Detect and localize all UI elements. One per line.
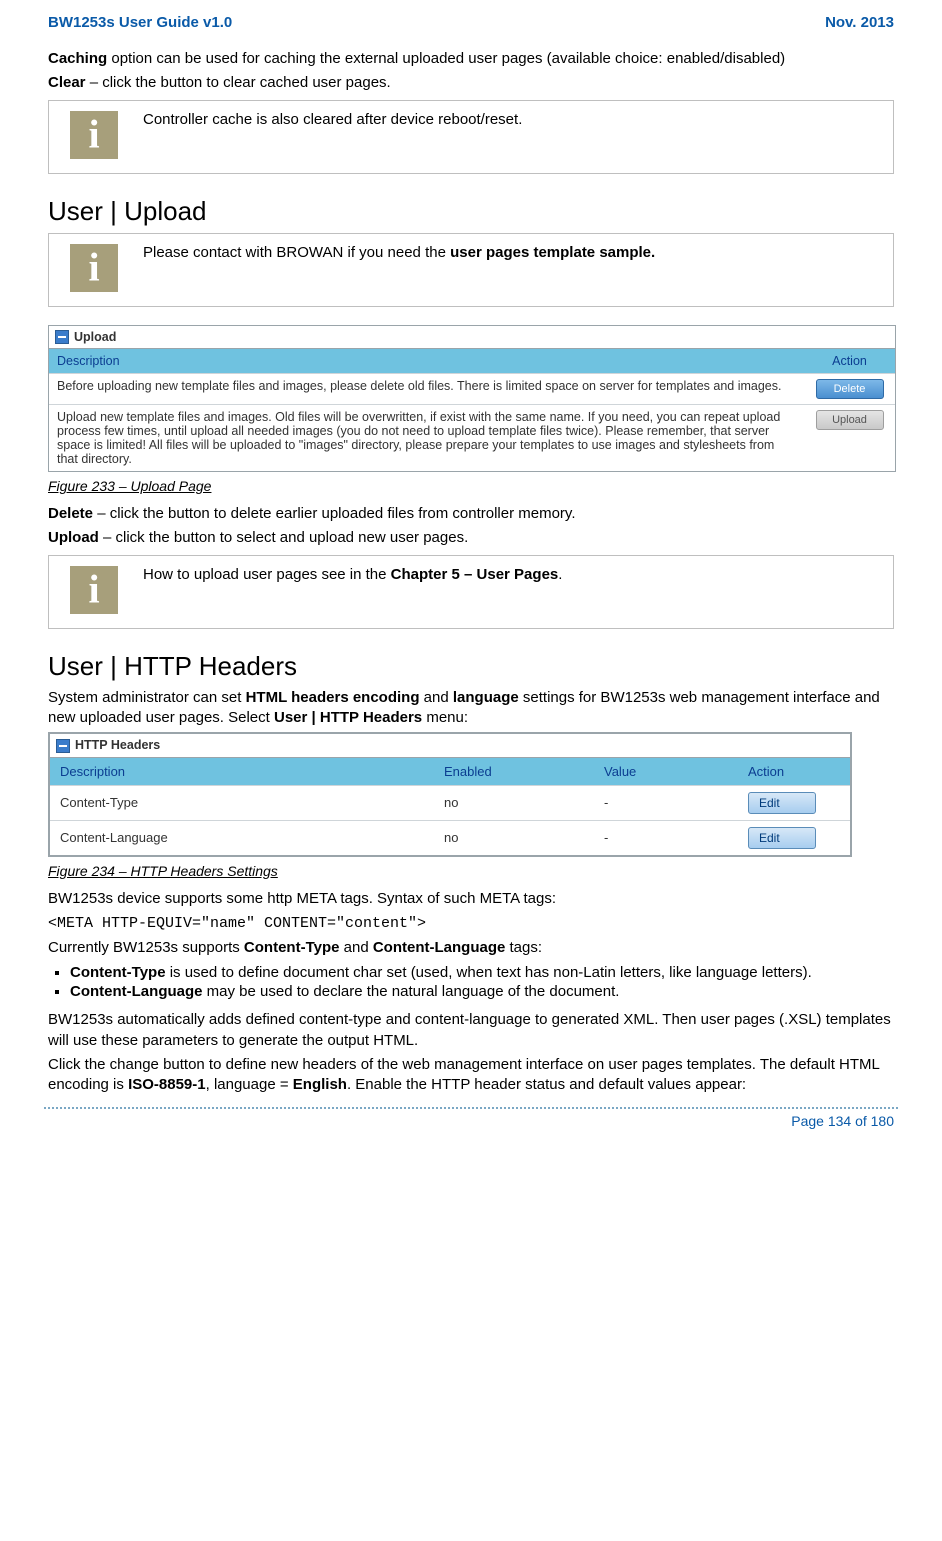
table-row: Content-Type no - Edit <box>50 785 850 820</box>
upload-panel: Upload Description Action Before uploadi… <box>48 325 896 473</box>
col-description: Description <box>49 349 804 374</box>
upload-table-header: Description Action <box>49 349 895 374</box>
edit-button[interactable]: Edit <box>748 827 816 849</box>
upload-desc: – click the button to select and upload … <box>99 529 468 546</box>
delete-label: Delete <box>48 505 93 522</box>
t: User | HTTP Headers <box>274 709 422 726</box>
upload-row1-desc: Before uploading new template files and … <box>49 374 804 405</box>
t: Content-Type <box>244 939 340 956</box>
caching-desc: option can be used for caching the exter… <box>107 50 785 67</box>
col-value: Value <box>594 758 738 786</box>
heading-user-upload: User | Upload <box>48 196 894 227</box>
cell-desc: Content-Language <box>50 820 434 855</box>
upload-label: Upload <box>48 529 99 546</box>
http-intro-paragraph: System administrator can set HTML header… <box>48 688 894 729</box>
t: Currently BW1253s supports <box>48 939 244 956</box>
info-icon <box>70 566 118 614</box>
cell-enabled: no <box>434 785 594 820</box>
t: System administrator can set <box>48 689 246 706</box>
upload-row2-desc: Upload new template files and images. Ol… <box>49 405 804 472</box>
howto-suffix: . <box>558 566 562 583</box>
cell-value: - <box>594 785 738 820</box>
col-action: Action <box>738 758 850 786</box>
http-panel-title-text: HTTP Headers <box>75 738 160 752</box>
info-text: Controller cache is also cleared after d… <box>139 100 894 173</box>
meta-code-sample: <META HTTP-EQUIV="name" CONTENT="content… <box>48 915 894 932</box>
page-number: Page 134 of 180 <box>48 1113 894 1129</box>
info-text: Please contact with BROWAN if you need t… <box>139 233 894 306</box>
figure-caption-upload: Figure 233 – Upload Page <box>48 478 894 494</box>
t: ISO-8859-1 <box>128 1076 206 1093</box>
panel-icon <box>56 739 70 753</box>
footer-separator <box>44 1107 898 1109</box>
clear-desc: – click the button to clear cached user … <box>86 74 391 91</box>
info-box-upload-contact: Please contact with BROWAN if you need t… <box>48 233 894 307</box>
t: HTML headers encoding <box>246 689 420 706</box>
howto-bold: Chapter 5 – User Pages <box>391 566 559 583</box>
upload-panel-title: Upload <box>49 326 895 350</box>
upload-paragraph: Upload – click the button to select and … <box>48 528 894 548</box>
li-text: is used to define document char set (use… <box>166 964 812 981</box>
t: menu: <box>422 709 468 726</box>
figure-caption-http: Figure 234 – HTTP Headers Settings <box>48 863 894 879</box>
t: . Enable the HTTP header status and defa… <box>347 1076 746 1093</box>
http-headers-table: Description Enabled Value Action Content… <box>50 758 850 855</box>
t: language <box>453 689 519 706</box>
caching-label: Caching <box>48 50 107 67</box>
table-row: Content-Language no - Edit <box>50 820 850 855</box>
list-item: Content-Language may be used to declare … <box>70 983 894 1000</box>
http-table-header: Description Enabled Value Action <box>50 758 850 786</box>
upload-table: Description Action Before uploading new … <box>49 349 895 471</box>
t: tags: <box>505 939 542 956</box>
cell-desc: Content-Type <box>50 785 434 820</box>
info-text: How to upload user pages see in the Chap… <box>139 555 894 628</box>
cell-value: - <box>594 820 738 855</box>
li-bold: Content-Language <box>70 983 203 1000</box>
table-row: Upload new template files and images. Ol… <box>49 405 895 472</box>
supports-paragraph: Currently BW1253s supports Content-Type … <box>48 938 894 958</box>
info-icon <box>70 244 118 292</box>
info-box-howto: How to upload user pages see in the Chap… <box>48 555 894 629</box>
doc-date: Nov. 2013 <box>825 14 894 31</box>
http-headers-panel: HTTP Headers Description Enabled Value A… <box>48 732 852 857</box>
col-action: Action <box>804 349 895 374</box>
delete-button[interactable]: Delete <box>816 379 884 399</box>
howto-prefix: How to upload user pages see in the <box>143 566 391 583</box>
delete-paragraph: Delete – click the button to delete earl… <box>48 504 894 524</box>
clear-label: Clear <box>48 74 86 91</box>
li-text: may be used to declare the natural langu… <box>203 983 620 1000</box>
table-row: Before uploading new template files and … <box>49 374 895 405</box>
http-panel-title: HTTP Headers <box>50 734 850 758</box>
upload-button[interactable]: Upload <box>816 410 884 430</box>
upload-panel-title-text: Upload <box>74 330 116 344</box>
li-bold: Content-Type <box>70 964 166 981</box>
t: Content-Language <box>373 939 506 956</box>
col-enabled: Enabled <box>434 758 594 786</box>
col-description: Description <box>50 758 434 786</box>
edit-button[interactable]: Edit <box>748 792 816 814</box>
auto-paragraph: BW1253s automatically adds defined conte… <box>48 1010 894 1051</box>
content-tags-list: Content-Type is used to define document … <box>70 964 894 1000</box>
info-bold: user pages template sample. <box>450 244 655 261</box>
t: , language = <box>206 1076 293 1093</box>
final-paragraph: Click the change button to define new he… <box>48 1055 894 1096</box>
clear-paragraph: Clear – click the button to clear cached… <box>48 73 894 93</box>
heading-http-headers: User | HTTP Headers <box>48 651 894 682</box>
cell-enabled: no <box>434 820 594 855</box>
panel-icon <box>55 330 69 344</box>
caching-paragraph: Caching option can be used for caching t… <box>48 49 894 69</box>
delete-desc: – click the button to delete earlier upl… <box>93 505 575 522</box>
list-item: Content-Type is used to define document … <box>70 964 894 981</box>
t: and <box>339 939 372 956</box>
info-icon <box>70 111 118 159</box>
info-prefix: Please contact with BROWAN if you need t… <box>143 244 450 261</box>
doc-title: BW1253s User Guide v1.0 <box>48 14 232 31</box>
meta-intro: BW1253s device supports some http META t… <box>48 889 894 909</box>
t: and <box>420 689 453 706</box>
info-box-cache: Controller cache is also cleared after d… <box>48 100 894 174</box>
page-header: BW1253s User Guide v1.0 Nov. 2013 <box>48 14 894 31</box>
t: English <box>293 1076 347 1093</box>
